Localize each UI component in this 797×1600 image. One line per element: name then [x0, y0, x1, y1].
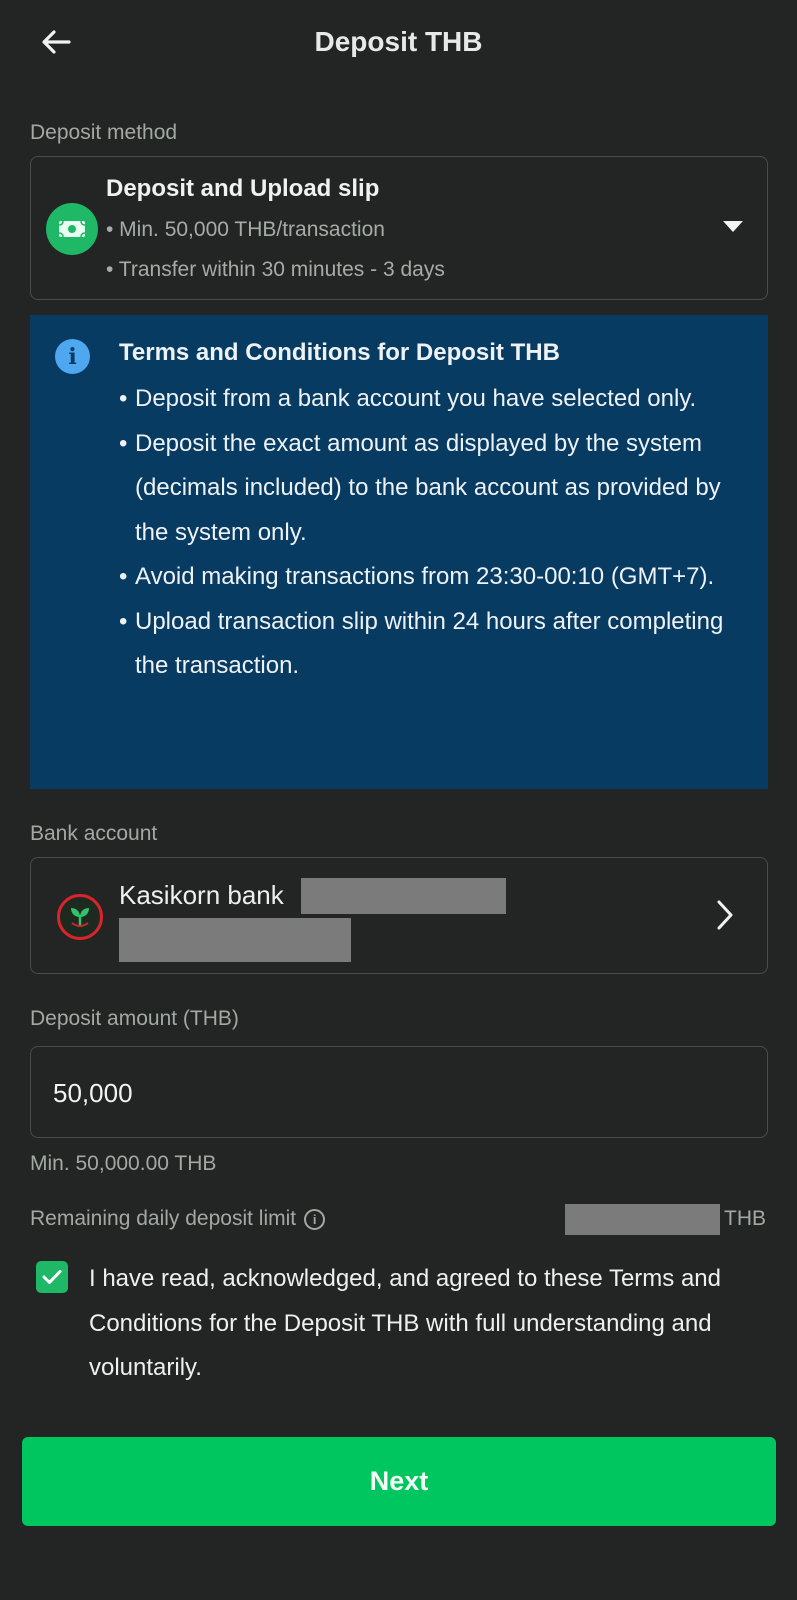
- bank-account-label: Bank account: [30, 822, 158, 845]
- agree-checkbox[interactable]: [36, 1261, 68, 1293]
- bank-name: Kasikorn bank: [119, 880, 284, 910]
- agreement-text: I have read, acknowledged, and agreed to…: [89, 1265, 721, 1381]
- terms-title: Terms and Conditions for Deposit THB: [119, 339, 560, 366]
- min-amount-note: Min. 50,000.00 THB: [30, 1152, 217, 1175]
- next-button[interactable]: Next: [22, 1437, 776, 1526]
- deposit-amount-field[interactable]: [30, 1046, 768, 1138]
- terms-list: Deposit from a bank account you have sel…: [119, 377, 749, 689]
- daily-limit-label: Remaining daily deposit limit: [30, 1207, 297, 1230]
- terms-item: Deposit from a bank account you have sel…: [119, 377, 749, 422]
- chevron-right-icon: [717, 900, 733, 930]
- app-header: Deposit THB: [0, 0, 797, 90]
- deposit-amount-input[interactable]: [53, 1075, 733, 1111]
- info-icon: i: [55, 339, 90, 374]
- page-title: Deposit THB: [314, 26, 483, 57]
- deposit-method-min: • Min. 50,000 THB/transaction: [106, 218, 385, 241]
- daily-limit-row: Remaining daily deposit limit i: [30, 1207, 326, 1231]
- redacted-daily-limit-value: [565, 1204, 720, 1235]
- terms-item: Deposit the exact amount as displayed by…: [119, 422, 749, 556]
- deposit-method-title: Deposit and Upload slip: [106, 175, 380, 202]
- daily-limit-unit: THB: [724, 1207, 766, 1230]
- info-circle-icon[interactable]: i: [304, 1208, 326, 1230]
- deposit-method-transfer-time: • Transfer within 30 minutes - 3 days: [106, 258, 445, 281]
- terms-panel: i Terms and Conditions for Deposit THB D…: [30, 315, 768, 789]
- terms-item: Avoid making transactions from 23:30-00:…: [119, 555, 749, 600]
- deposit-method-selector[interactable]: Deposit and Upload slip • Min. 50,000 TH…: [30, 156, 768, 300]
- cash-transfer-icon: [46, 203, 98, 255]
- checkmark-icon: [42, 1270, 62, 1284]
- kasikorn-bank-logo-icon: [57, 894, 103, 940]
- bank-account-selector[interactable]: Kasikorn bank: [30, 857, 768, 974]
- redacted-account-number: [301, 878, 506, 914]
- deposit-method-label: Deposit method: [30, 121, 178, 144]
- redacted-account-name: [119, 918, 351, 962]
- caret-down-icon: [723, 221, 743, 232]
- deposit-amount-label: Deposit amount (THB): [30, 1007, 239, 1030]
- terms-item: Upload transaction slip within 24 hours …: [119, 600, 749, 689]
